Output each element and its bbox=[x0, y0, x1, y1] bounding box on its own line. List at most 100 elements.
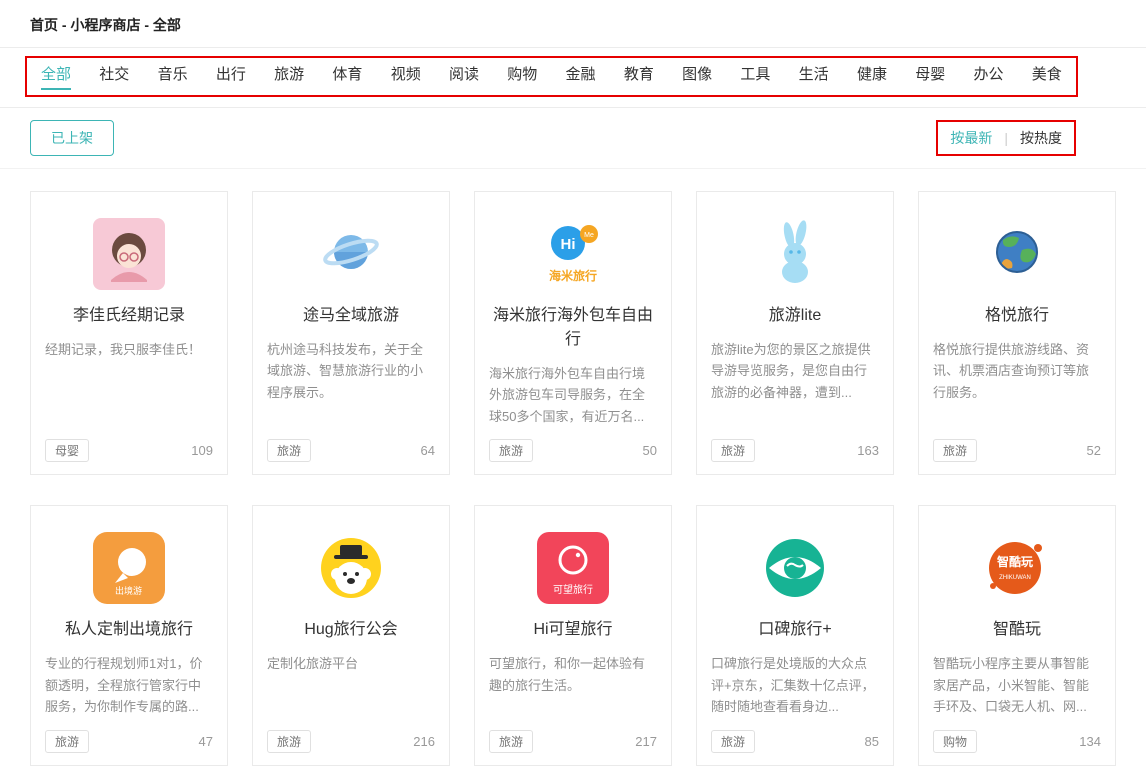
page: 首页 - 小程序商店 - 全部 全部社交音乐出行旅游体育视频阅读购物金融教育图像… bbox=[0, 0, 1146, 766]
category-tag[interactable]: 旅游 bbox=[45, 730, 89, 753]
app-title: 私人定制出境旅行 bbox=[45, 618, 213, 642]
category-item-15[interactable]: 母婴 bbox=[915, 63, 945, 90]
app-description: 可望旅行，和你一起体验有趣的旅行生活。 bbox=[489, 653, 657, 696]
card-footer: 旅游 47 bbox=[45, 718, 213, 753]
category-list: 全部 社交 音乐 出行 旅游 体育 视频 阅读 购物 金融 教育 图像 工具 生活 健康 母婴 办公 美食 bbox=[41, 63, 1062, 90]
card-footer: 旅游 216 bbox=[267, 718, 435, 753]
sort-by-latest[interactable]: 按最新 bbox=[950, 128, 992, 148]
app-title: 格悦旅行 bbox=[933, 304, 1101, 328]
camera-lens-icon: 可望旅行 bbox=[537, 532, 609, 604]
app-title: 口碑旅行+ bbox=[711, 618, 879, 642]
app-description: 专业的行程规划师1对1，价额透明，全程旅行管家行中服务，为你制作专属的路... bbox=[45, 653, 213, 717]
install-count: 85 bbox=[865, 734, 879, 749]
app-title: Hug旅行公会 bbox=[267, 618, 435, 642]
svg-text:智酷玩: 智酷玩 bbox=[996, 554, 1033, 569]
haimi-logo-icon: Hi Me 海米旅行 bbox=[537, 218, 609, 290]
install-count: 52 bbox=[1087, 443, 1101, 458]
category-item-1[interactable]: 社交 bbox=[99, 63, 129, 90]
app-description: 海米旅行海外包车自由行境外旅游包车司导服务，在全球50多个国家，有近万名... bbox=[489, 363, 657, 427]
category-item-12[interactable]: 工具 bbox=[740, 63, 770, 90]
category-item-17[interactable]: 美食 bbox=[1032, 63, 1062, 90]
app-card[interactable]: 可望旅行 Hi可望旅行 可望旅行，和你一起体验有趣的旅行生活。 旅游 217 bbox=[474, 505, 672, 765]
category-item-0[interactable]: 全部 bbox=[41, 63, 71, 90]
svg-text:出境游: 出境游 bbox=[115, 585, 142, 596]
app-card[interactable]: Hug旅行公会 定制化旅游平台 旅游 216 bbox=[252, 505, 450, 765]
install-count: 134 bbox=[1079, 734, 1101, 749]
install-count: 109 bbox=[191, 443, 213, 458]
app-card[interactable]: 智酷玩 ZHIKUWAN 智酷玩 智酷玩小程序主要从事智能家居产品，小米智能、智能… bbox=[918, 505, 1116, 765]
app-description: 定制化旅游平台 bbox=[267, 653, 435, 674]
app-description: 口碑旅行是处境版的大众点评+京东，汇集数十亿点评，随时随地查看看身边... bbox=[711, 653, 879, 717]
app-title: Hi可望旅行 bbox=[489, 618, 657, 642]
saturn-planet-icon bbox=[315, 218, 387, 290]
bear-hat-icon bbox=[315, 532, 387, 604]
app-title: 旅游lite bbox=[711, 304, 879, 328]
app-grid: 李佳氏经期记录 经期记录，我只服李佳氏！ 母婴 109 途马全域旅游 杭州途马科… bbox=[0, 169, 1146, 766]
category-row: 全部 社交 音乐 出行 旅游 体育 视频 阅读 购物 金融 教育 图像 工具 生活 健康 母婴 办公 美食 bbox=[0, 48, 1146, 108]
card-footer: 旅游 217 bbox=[489, 718, 657, 753]
install-count: 50 bbox=[643, 443, 657, 458]
category-item-6[interactable]: 视频 bbox=[391, 63, 421, 90]
install-count: 217 bbox=[635, 734, 657, 749]
category-item-9[interactable]: 金融 bbox=[566, 63, 596, 90]
app-card[interactable]: 出境游 私人定制出境旅行 专业的行程规划师1对1，价额透明，全程旅行管家行中服务… bbox=[30, 505, 228, 765]
app-card[interactable]: 旅游lite 旅游lite为您的景区之旅提供导游导览服务，是您自由行旅游的必备神… bbox=[696, 191, 894, 475]
category-tag[interactable]: 旅游 bbox=[267, 439, 311, 462]
svg-text:海米旅行: 海米旅行 bbox=[549, 268, 597, 283]
category-item-10[interactable]: 教育 bbox=[624, 63, 654, 90]
app-description: 格悦旅行提供旅游线路、资讯、机票酒店查询预订等旅行服务。 bbox=[933, 339, 1101, 403]
app-card[interactable]: 李佳氏经期记录 经期记录，我只服李佳氏！ 母婴 109 bbox=[30, 191, 228, 475]
category-item-8[interactable]: 购物 bbox=[507, 63, 537, 90]
install-count: 216 bbox=[413, 734, 435, 749]
eye-globe-icon bbox=[759, 532, 831, 604]
category-tag[interactable]: 母婴 bbox=[45, 439, 89, 462]
card-footer: 购物 134 bbox=[933, 718, 1101, 753]
category-item-11[interactable]: 图像 bbox=[682, 63, 712, 90]
sort-by-hot[interactable]: 按热度 bbox=[1020, 128, 1062, 148]
category-nav-section: 全部 社交 音乐 出行 旅游 体育 视频 阅读 购物 金融 教育 图像 工具 生活 健康 母婴 办公 美食 已上架… bbox=[0, 47, 1146, 169]
category-tag[interactable]: 旅游 bbox=[933, 439, 977, 462]
app-title: 海米旅行海外包车自由行 bbox=[489, 304, 657, 352]
app-title: 李佳氏经期记录 bbox=[45, 304, 213, 328]
svg-text:Hi: Hi bbox=[561, 236, 576, 253]
install-count: 64 bbox=[421, 443, 435, 458]
category-tag[interactable]: 旅游 bbox=[711, 439, 755, 462]
category-tag[interactable]: 旅游 bbox=[267, 730, 311, 753]
category-item-3[interactable]: 出行 bbox=[216, 63, 246, 90]
app-description: 智酷玩小程序主要从事智能家居产品，小米智能、智能手环及、口袋无人机、网... bbox=[933, 653, 1101, 717]
zhikuwan-logo-icon: 智酷玩 ZHIKUWAN bbox=[981, 532, 1053, 604]
category-item-14[interactable]: 健康 bbox=[857, 63, 887, 90]
category-item-16[interactable]: 办公 bbox=[974, 63, 1004, 90]
rabbit-icon bbox=[759, 218, 831, 290]
app-card[interactable]: Hi Me 海米旅行 海米旅行海外包车自由行 海米旅行海外包车自由行境外旅游包车司导… bbox=[474, 191, 672, 475]
girl-avatar-icon bbox=[93, 218, 165, 290]
app-card[interactable]: 格悦旅行 格悦旅行提供旅游线路、资讯、机票酒店查询预订等旅行服务。 旅游 52 bbox=[918, 191, 1116, 475]
app-title: 途马全域旅游 bbox=[267, 304, 435, 328]
app-title: 智酷玩 bbox=[933, 618, 1101, 642]
app-description: 经期记录，我只服李佳氏！ bbox=[45, 339, 213, 360]
card-footer: 母婴 109 bbox=[45, 427, 213, 462]
card-footer: 旅游 64 bbox=[267, 427, 435, 462]
category-item-13[interactable]: 生活 bbox=[799, 63, 829, 90]
category-item-4[interactable]: 旅游 bbox=[274, 63, 304, 90]
category-tag[interactable]: 购物 bbox=[933, 730, 977, 753]
category-item-2[interactable]: 音乐 bbox=[158, 63, 188, 90]
category-tag[interactable]: 旅游 bbox=[711, 730, 755, 753]
status-filter-button[interactable]: 已上架 bbox=[30, 120, 114, 156]
card-footer: 旅游 52 bbox=[933, 427, 1101, 462]
breadcrumb[interactable]: 首页 - 小程序商店 - 全部 bbox=[0, 0, 1146, 47]
svg-text:Me: Me bbox=[584, 232, 594, 239]
card-footer: 旅游 85 bbox=[711, 718, 879, 753]
app-card[interactable]: 途马全域旅游 杭州途马科技发布，关于全域旅游、智慧旅游行业的小程序展示。 旅游 … bbox=[252, 191, 450, 475]
globe-icon bbox=[981, 218, 1053, 290]
annotation-box-categories: 全部 社交 音乐 出行 旅游 体育 视频 阅读 购物 金融 教育 图像 工具 生活 健康 母婴 办公 美食 bbox=[25, 56, 1078, 97]
app-description: 旅游lite为您的景区之旅提供导游导览服务，是您自由行旅游的必备神器，遭到... bbox=[711, 339, 879, 403]
category-item-5[interactable]: 体育 bbox=[332, 63, 362, 90]
category-tag[interactable]: 旅游 bbox=[489, 730, 533, 753]
annotation-box-sort: 按最新 | 按热度 bbox=[936, 120, 1076, 156]
category-item-7[interactable]: 阅读 bbox=[449, 63, 479, 90]
category-tag[interactable]: 旅游 bbox=[489, 439, 533, 462]
app-card[interactable]: 口碑旅行+ 口碑旅行是处境版的大众点评+京东，汇集数十亿点评，随时随地查看看身边… bbox=[696, 505, 894, 765]
install-count: 47 bbox=[199, 734, 213, 749]
svg-text:ZHIKUWAN: ZHIKUWAN bbox=[999, 575, 1031, 581]
